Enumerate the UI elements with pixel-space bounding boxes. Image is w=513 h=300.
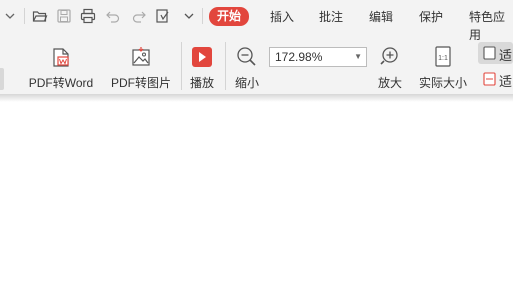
pdf-to-word-icon xyxy=(48,44,74,70)
zoom-level-value: 172.98% xyxy=(275,50,323,64)
tab-protect[interactable]: 保护 xyxy=(419,8,443,26)
zoom-in-icon xyxy=(377,44,403,70)
fit-width-label: 适 xyxy=(499,74,513,89)
tab-insert[interactable]: 插入 xyxy=(270,8,294,26)
actual-size-button[interactable]: 1:1 实际大小 xyxy=(416,44,470,91)
zoom-in-label: 放大 xyxy=(377,76,402,90)
image-icon xyxy=(128,44,154,70)
play-label: 播放 xyxy=(189,76,214,90)
divider xyxy=(181,42,182,90)
pdf-to-image-button[interactable]: PDF转图片 xyxy=(108,44,174,91)
collapsed-panel-handle[interactable] xyxy=(0,68,4,90)
play-button[interactable]: 播放 xyxy=(187,44,217,91)
divider xyxy=(202,8,203,24)
actual-size-icon: 1:1 xyxy=(430,44,456,70)
fit-width-icon xyxy=(483,72,496,86)
dropdown-icon[interactable] xyxy=(179,6,199,26)
save-icon[interactable] xyxy=(54,6,74,26)
undo-icon[interactable] xyxy=(103,6,123,26)
tab-annotate[interactable]: 批注 xyxy=(319,8,343,26)
zoom-in-button[interactable]: 放大 xyxy=(375,44,405,91)
tab-start[interactable]: 开始 xyxy=(209,7,250,26)
pdf-to-image-label: PDF转图片 xyxy=(110,76,171,90)
zoom-out-label: 缩小 xyxy=(234,76,259,90)
tab-features[interactable]: 特色应用 xyxy=(469,8,513,42)
chevron-down-icon[interactable]: ▼ xyxy=(354,48,362,66)
fit-page-button[interactable]: 适 xyxy=(478,42,513,64)
chevron-down-icon[interactable] xyxy=(0,6,20,26)
zoom-out-icon xyxy=(234,44,260,70)
fit-page-icon xyxy=(483,46,496,60)
tab-edit[interactable]: 编辑 xyxy=(369,8,393,26)
redo-icon[interactable] xyxy=(129,6,149,26)
fit-page-label: 适 xyxy=(499,48,513,63)
divider xyxy=(225,42,226,90)
zoom-level-select[interactable]: 172.98% ▼ xyxy=(269,47,367,67)
play-icon xyxy=(189,44,215,70)
folder-open-icon[interactable] xyxy=(30,6,50,26)
pdf-to-word-label: PDF转Word xyxy=(28,76,94,90)
export-icon[interactable] xyxy=(153,6,173,26)
divider xyxy=(24,8,25,24)
document-canvas[interactable] xyxy=(0,102,513,300)
svg-text:1:1: 1:1 xyxy=(438,55,448,62)
toolbar-shadow xyxy=(0,94,513,102)
pdf-to-word-button[interactable]: PDF转Word xyxy=(26,44,96,91)
print-icon[interactable] xyxy=(78,6,98,26)
zoom-out-button[interactable]: 缩小 xyxy=(232,44,262,91)
actual-size-label: 实际大小 xyxy=(418,76,467,90)
fit-width-button[interactable]: 适 xyxy=(478,68,513,90)
